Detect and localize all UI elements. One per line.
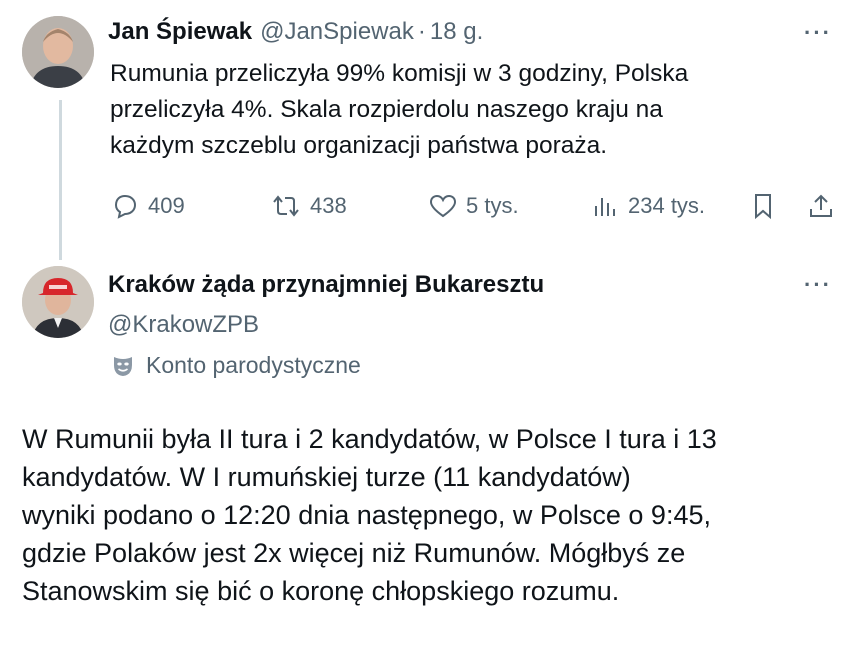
parody-label-text: Konto parodystyczne	[146, 352, 361, 378]
bookmark-icon	[755, 194, 771, 220]
heart-icon	[429, 194, 457, 218]
bookmark-button[interactable]	[748, 192, 778, 225]
tweet1-text-line: każdym szczeblu organizacji państwa pora…	[110, 132, 608, 159]
tweet1-author-handle[interactable]: @JanSpiewak	[260, 18, 414, 46]
tweet1-text-line: przeliczyła 4%. Skala rozpierdolu naszeg…	[110, 96, 663, 123]
repost-button[interactable]: 438	[270, 192, 347, 220]
avatar-photo	[22, 16, 94, 88]
avatar-jan-spiewak[interactable]	[22, 16, 94, 88]
tweet1-author-name[interactable]: Jan Śpiewak	[108, 18, 252, 46]
tweet2-author-handle[interactable]: @KrakowZPB	[108, 311, 259, 339]
tweet2-text-line: W Rumunii była II tura i 2 kandydatów, w…	[22, 424, 717, 454]
thread-connector-line	[59, 100, 62, 260]
tweet2-text-line: wyniki podano o 12:20 dnia następnego, w…	[22, 500, 711, 530]
tweet1-separator: ·	[417, 18, 426, 45]
like-count: 5 tys.	[466, 193, 519, 218]
tweet1-more-options-button[interactable]: ···	[804, 20, 832, 46]
tweet2-author-name[interactable]: Kraków żąda przynajmniej Bukaresztu	[108, 271, 544, 299]
share-button[interactable]	[806, 192, 836, 225]
like-button[interactable]: 5 tys.	[428, 192, 519, 220]
tweet2-text-line: gdzie Polaków jest 2x więcej niż Rumunów…	[22, 538, 686, 568]
share-icon	[810, 194, 832, 217]
repost-count: 438	[310, 193, 347, 218]
reply-icon	[114, 194, 137, 219]
tweet2-text: W Rumunii była II tura i 2 kandydatów, w…	[22, 420, 852, 610]
tweet1-header: Jan Śpiewak @JanSpiewak · 18 g.	[108, 18, 483, 46]
tweet2-more-options-button[interactable]: ···	[804, 272, 832, 298]
avatar-krakow-zpb[interactable]	[22, 266, 94, 338]
tweet2-text-line: Stanowskim się bić o koronę chłopskiego …	[22, 576, 620, 606]
parody-mask-icon	[114, 356, 132, 376]
views-count: 234 tys.	[628, 193, 706, 218]
reply-count: 409	[148, 193, 185, 218]
parody-account-label[interactable]: Konto parodystyczne	[110, 352, 361, 379]
tweet1-timestamp[interactable]: 18 g.	[430, 18, 483, 46]
tweet1-text-line: Rumunia przeliczyła 99% komisji w 3 godz…	[110, 60, 689, 87]
reply-button[interactable]: 409	[110, 192, 185, 220]
avatar-photo	[22, 266, 94, 338]
repost-icon	[273, 195, 299, 217]
views-button[interactable]: 234 tys.	[590, 192, 705, 220]
tweet2-text-line: kandydatów. W I rumuńskiej turze (11 kan…	[22, 462, 631, 492]
views-chart-icon	[595, 198, 615, 216]
tweet1-text: Rumunia przeliczyła 99% komisji w 3 godz…	[110, 56, 830, 164]
